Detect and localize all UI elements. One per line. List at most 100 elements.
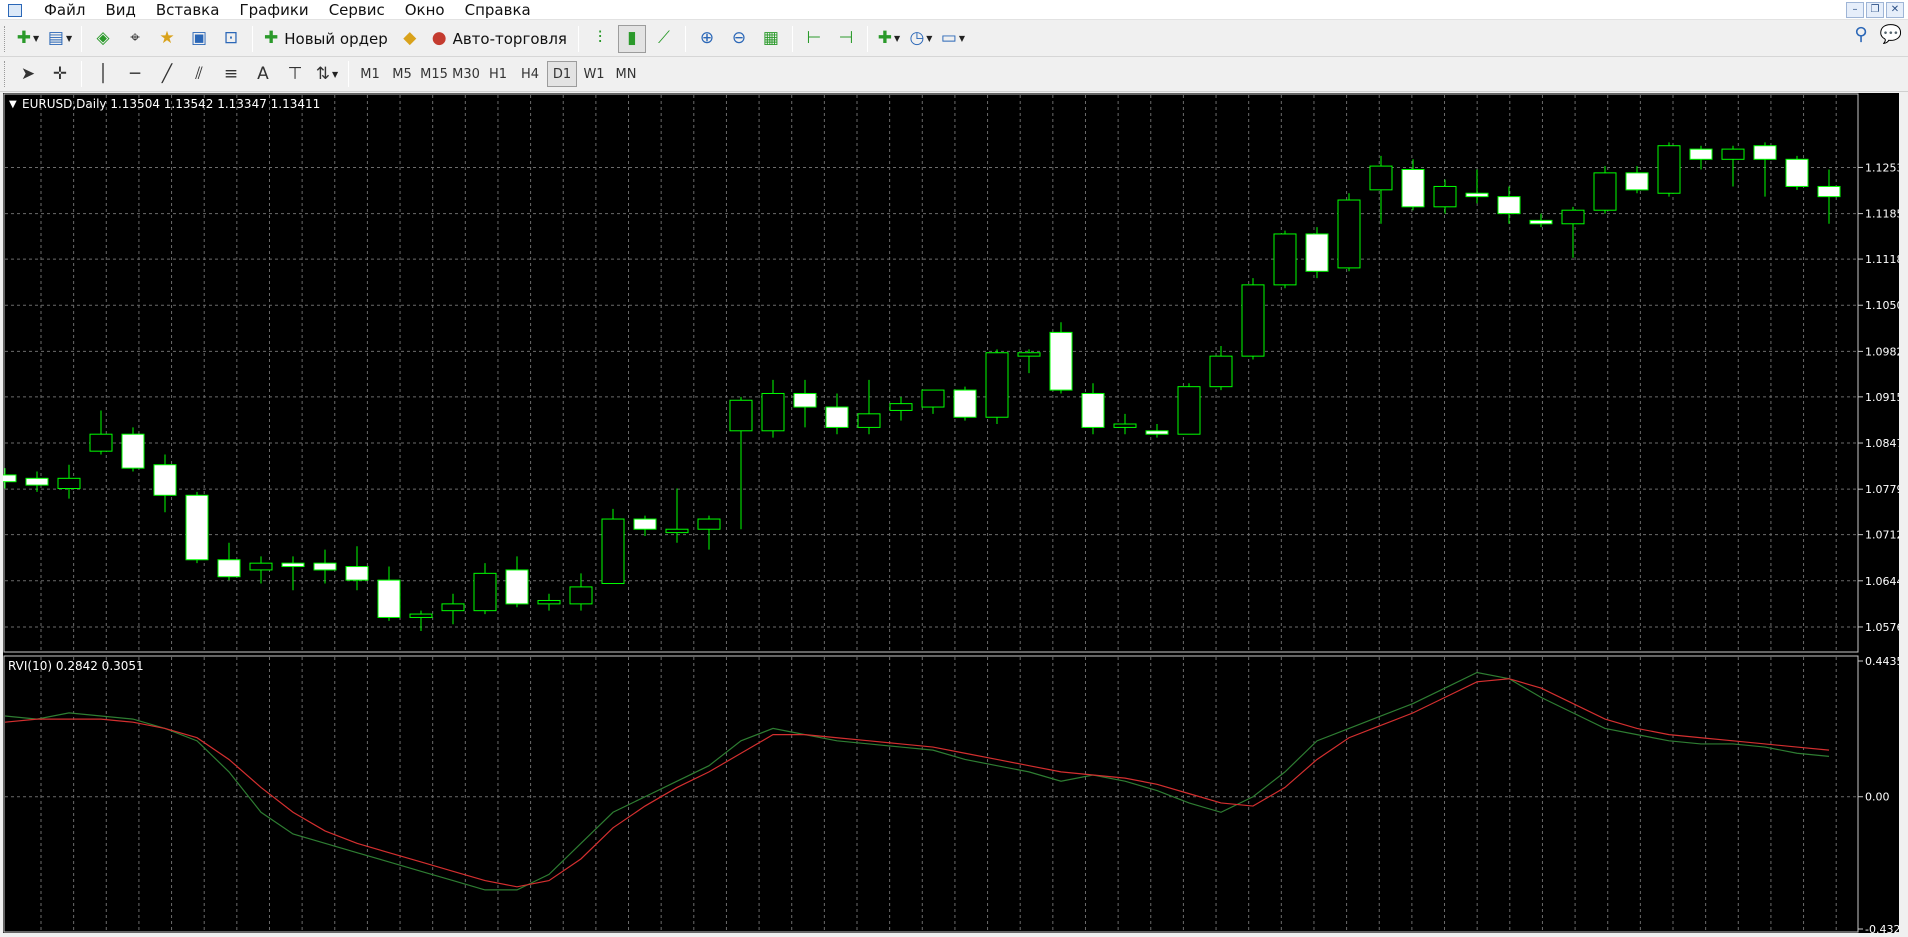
candle-body-bull bbox=[57, 477, 81, 489]
crosshair-icon: ✛ bbox=[52, 63, 68, 84]
text-button[interactable]: A bbox=[249, 60, 277, 88]
candle bbox=[1433, 179, 1457, 214]
candle bbox=[1689, 145, 1713, 170]
timeframe-m15[interactable]: M15 bbox=[419, 61, 449, 87]
candle-body-bull bbox=[985, 352, 1009, 418]
candle-body-bull bbox=[1433, 185, 1457, 208]
chart-svg[interactable]: 1.12530 1.11850 1.11180 1.10500 1.09820 1.091… bbox=[0, 93, 1908, 936]
navigator-star-icon: ★ bbox=[159, 28, 175, 48]
menu-view[interactable]: Вид bbox=[95, 1, 145, 19]
indicator-pane-border bbox=[3, 655, 1859, 933]
candle-body-bull bbox=[473, 572, 497, 612]
new-chart-button[interactable]: ✚ ▼ bbox=[14, 25, 42, 53]
auto-trading-label: Авто-торговля bbox=[452, 29, 567, 48]
price-axis-label: 1.10500 bbox=[1865, 299, 1899, 312]
terminal-icon: ▣ bbox=[190, 28, 208, 48]
candle bbox=[473, 563, 497, 615]
indicators-button[interactable]: ✚ ▼ bbox=[875, 25, 903, 53]
new-chart-icon: ✚ bbox=[16, 28, 32, 48]
chart-shift-icon: ⊢ bbox=[806, 28, 822, 48]
candle-body-bull bbox=[1209, 355, 1233, 388]
minimize-icon[interactable]: – bbox=[1846, 2, 1864, 18]
menu-window[interactable]: Окно bbox=[395, 1, 455, 19]
restore-icon[interactable]: ❐ bbox=[1866, 2, 1884, 18]
periods-button[interactable]: ◷ ▼ bbox=[907, 25, 935, 53]
candle bbox=[185, 491, 209, 564]
app-icon bbox=[6, 2, 24, 18]
timeframe-d1[interactable]: D1 bbox=[547, 61, 577, 87]
profiles-button[interactable]: ▤ ▼ bbox=[46, 25, 74, 53]
candle bbox=[1209, 345, 1233, 391]
navigator-button[interactable]: ★ bbox=[153, 25, 181, 53]
candle-body-bull bbox=[761, 392, 785, 432]
chart-shift-button[interactable]: ⊢ bbox=[800, 25, 828, 53]
tile-windows-button[interactable]: ▦ bbox=[757, 25, 785, 53]
timeframe-mn[interactable]: MN bbox=[611, 61, 641, 87]
horizontal-line-button[interactable]: ─ bbox=[121, 60, 149, 88]
candlestick-button[interactable]: ▮ bbox=[617, 24, 646, 53]
data-window-button[interactable]: ⌖ bbox=[121, 25, 149, 53]
menu-charts[interactable]: Графики bbox=[229, 1, 318, 19]
collapse-triangle-icon[interactable]: ▼ bbox=[9, 99, 17, 110]
terminal-button[interactable]: ▣ bbox=[185, 25, 213, 53]
candles-layer bbox=[0, 142, 1841, 632]
new-order-button[interactable]: ✚ Новый ордер bbox=[260, 25, 392, 53]
zoom-in-button[interactable]: ⊕ bbox=[693, 25, 721, 53]
editor-icon: ◆ bbox=[403, 28, 417, 48]
search-icon[interactable]: ⚲ bbox=[1854, 24, 1867, 45]
new-order-icon: ✚ bbox=[264, 28, 279, 48]
candle-body-bull bbox=[1337, 199, 1361, 269]
vertical-line-icon: │ bbox=[97, 63, 109, 84]
chevron-down-icon: ▼ bbox=[958, 34, 966, 43]
timeframe-h4[interactable]: H4 bbox=[515, 61, 545, 87]
candle bbox=[1273, 230, 1297, 289]
candle bbox=[57, 464, 81, 499]
candle-body-bull bbox=[1241, 284, 1265, 357]
meta-editor-button[interactable]: ◆ bbox=[396, 25, 424, 53]
indicator-axis-label: 0.4435 bbox=[1865, 655, 1899, 668]
candle bbox=[1145, 424, 1169, 438]
timeframe-m5[interactable]: M5 bbox=[387, 61, 417, 87]
menu-file[interactable]: Файл bbox=[34, 1, 95, 19]
menu-tools[interactable]: Сервис bbox=[319, 1, 395, 19]
templates-button[interactable]: ▭ ▼ bbox=[939, 25, 967, 53]
candle-body-bear bbox=[793, 392, 817, 408]
timeframe-m1[interactable]: M1 bbox=[355, 61, 385, 87]
vertical-line-button[interactable]: │ bbox=[89, 60, 117, 88]
timeframe-w1[interactable]: W1 bbox=[579, 61, 609, 87]
candle bbox=[217, 542, 241, 581]
candle bbox=[1753, 142, 1777, 197]
indicator-axis-label: 0.00 bbox=[1865, 791, 1890, 804]
zoom-out-button[interactable]: ⊖ bbox=[725, 25, 753, 53]
price-axis-label: 1.12530 bbox=[1865, 161, 1899, 174]
candle-body-bull bbox=[729, 399, 753, 432]
bar-chart-button[interactable]: ⫶ bbox=[586, 25, 614, 53]
price-axis-label: 1.07120 bbox=[1865, 529, 1899, 542]
chart-window[interactable]: 1.12530 1.11850 1.11180 1.10500 1.09820 1.091… bbox=[0, 93, 1908, 936]
timeframe-h1[interactable]: H1 bbox=[483, 61, 513, 87]
fibonacci-button[interactable]: ≡ bbox=[217, 60, 245, 88]
market-watch-button[interactable]: ◈ bbox=[89, 25, 117, 53]
chat-icon[interactable]: 💬 bbox=[1880, 24, 1902, 45]
rvi-main-line bbox=[4, 671, 1830, 891]
candle bbox=[1721, 145, 1745, 187]
close-icon[interactable]: ✕ bbox=[1886, 2, 1904, 18]
crosshair-button[interactable]: ✛ bbox=[46, 60, 74, 88]
equidistant-channel-button[interactable]: ⫽ bbox=[185, 60, 213, 88]
text-label-icon: ⊤ bbox=[287, 63, 303, 84]
candle-body-bull bbox=[537, 599, 561, 605]
menu-help[interactable]: Справка bbox=[455, 1, 541, 19]
autoscroll-button[interactable]: ⊣ bbox=[832, 25, 860, 53]
arrows-button[interactable]: ⇅ ▼ bbox=[313, 60, 341, 88]
text-label-button[interactable]: ⊤ bbox=[281, 60, 309, 88]
auto-trading-button[interactable]: ● Авто-торговля bbox=[428, 25, 571, 53]
trendline-button[interactable]: ╱ bbox=[153, 60, 181, 88]
price-axis-label: 1.06440 bbox=[1865, 575, 1899, 588]
menu-insert[interactable]: Вставка bbox=[146, 1, 230, 19]
cursor-button[interactable]: ➤ bbox=[14, 60, 42, 88]
line-chart-button[interactable]: ⟋ bbox=[650, 25, 678, 53]
timeframe-m30[interactable]: M30 bbox=[451, 61, 481, 87]
indicators-icon: ✚ bbox=[877, 28, 892, 48]
strategy-tester-button[interactable]: ⊡ bbox=[217, 25, 245, 53]
candle-body-bull bbox=[409, 613, 433, 618]
